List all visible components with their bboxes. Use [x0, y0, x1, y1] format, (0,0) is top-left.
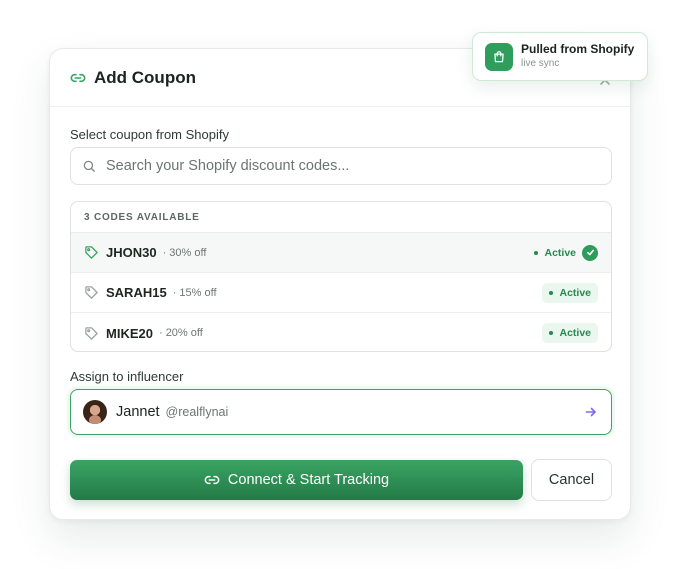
coupon-discount: · 20% off	[158, 327, 203, 339]
coupon-code: SARAH15	[106, 285, 167, 300]
cancel-button[interactable]: Cancel	[531, 459, 612, 501]
codes-count-header: 3 CODES AVAILABLE	[71, 202, 611, 233]
status-dot	[549, 290, 554, 295]
coupon-row-sarah15[interactable]: SARAH15 · 15% off Active	[71, 273, 611, 313]
shopping-bag-icon	[485, 42, 513, 71]
status-badge: Active	[527, 243, 582, 263]
search-icon	[82, 159, 96, 173]
status-label: Active	[559, 286, 591, 299]
influencer-select[interactable]: Jannet @realflynai	[70, 389, 612, 435]
avatar	[83, 400, 107, 424]
coupon-search[interactable]	[70, 147, 612, 185]
tag-icon	[84, 326, 99, 341]
status-badge: Active	[542, 282, 598, 303]
coupon-discount: · 30% off	[162, 246, 207, 259]
coupon-discount: · 15% off	[172, 286, 217, 299]
toast-subtitle: live sync	[521, 58, 560, 69]
coupon-row-mike20[interactable]: MIKE20 · 20% off Active	[71, 313, 611, 351]
check-icon	[582, 244, 598, 261]
link-icon	[70, 70, 86, 86]
dialog-title: Add Coupon	[94, 67, 196, 87]
add-coupon-dialog: Add Coupon Select coupon from Shopify 3 …	[49, 48, 631, 520]
toast-title: Pulled from Shopify	[521, 42, 635, 56]
influencer-label: Assign to influencer	[70, 369, 184, 384]
link-icon	[204, 472, 220, 488]
status-dot	[549, 331, 554, 335]
connect-button-label: Connect & Start Tracking	[227, 472, 390, 488]
tag-icon	[84, 285, 99, 300]
coupon-row-jhon30[interactable]: JHON30 · 30% off Active	[71, 233, 611, 273]
coupon-code: MIKE20	[106, 325, 153, 341]
status-dot	[534, 250, 539, 255]
shopify-sync-toast: Pulled from Shopify live sync	[472, 32, 648, 81]
influencer-name: Jannet	[116, 404, 160, 420]
status-badge: Active	[542, 323, 598, 343]
connect-start-tracking-button[interactable]: Connect & Start Tracking	[70, 460, 523, 500]
status-label: Active	[559, 327, 591, 339]
tag-icon	[84, 245, 99, 260]
status-label: Active	[544, 246, 576, 259]
coupon-select-label: Select coupon from Shopify	[70, 127, 229, 142]
influencer-handle: @realflynai	[165, 405, 229, 419]
coupon-code-list: 3 CODES AVAILABLE JHON30 · 30% off Activ…	[70, 201, 612, 352]
coupon-search-input[interactable]	[106, 158, 586, 174]
arrow-right-icon	[585, 406, 597, 418]
coupon-code: JHON30	[106, 245, 157, 260]
